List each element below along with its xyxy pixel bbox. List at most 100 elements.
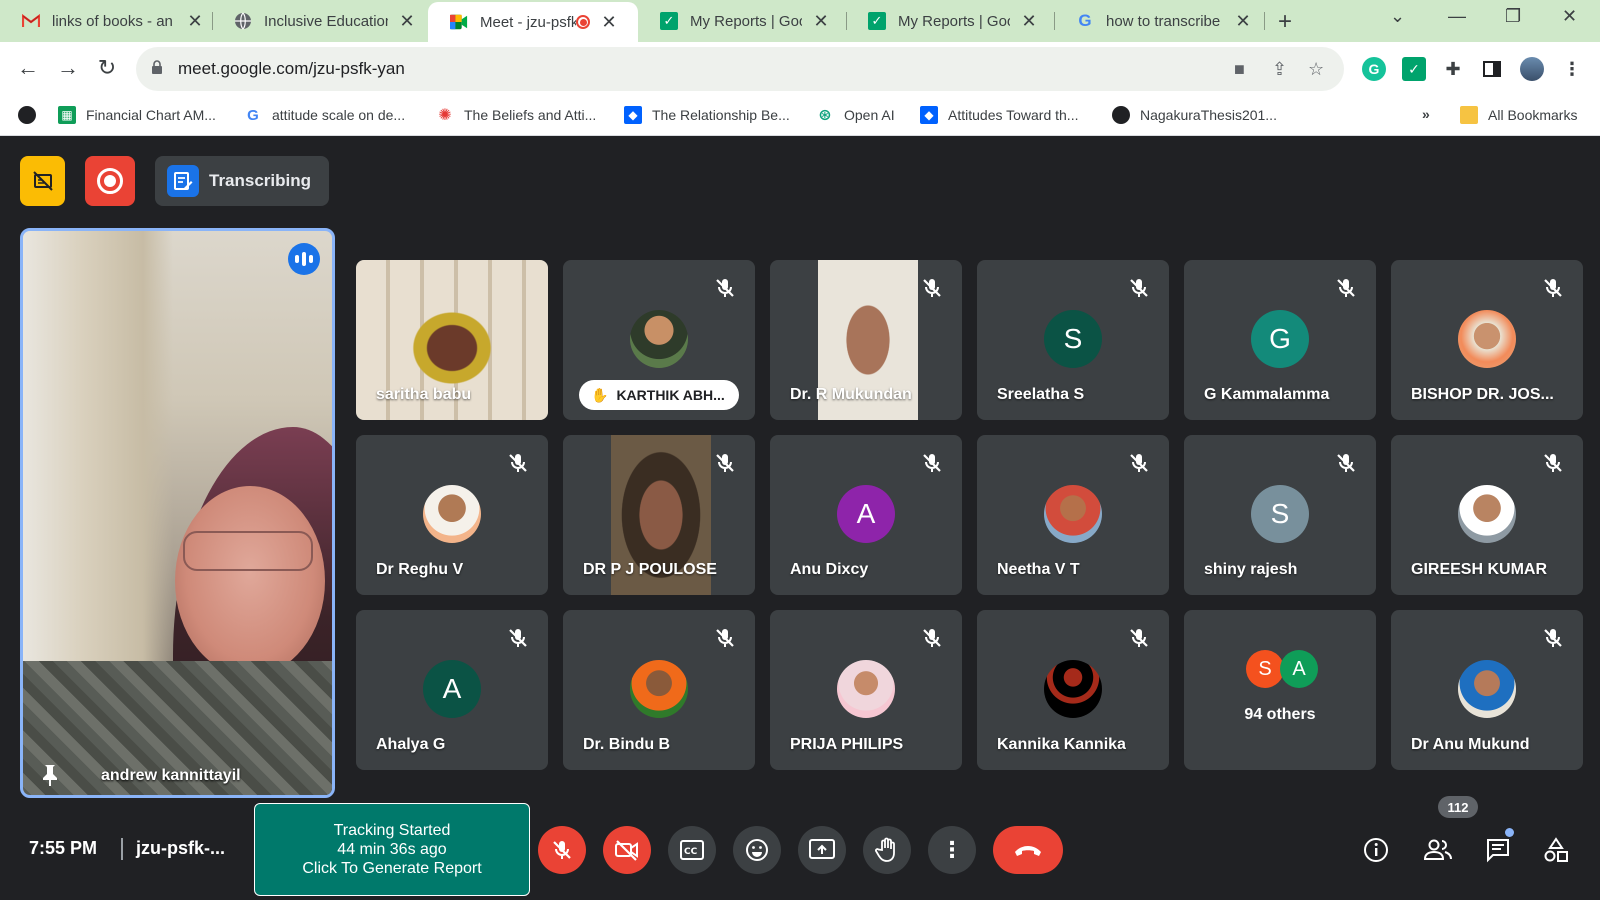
activities-button[interactable] (1540, 834, 1572, 866)
tab-search-icon[interactable]: ⌄ (1390, 6, 1405, 27)
participant-tile[interactable]: DR P J POULOSE (563, 435, 755, 595)
bookmark-item[interactable]: ◆ The Relationship Be... (624, 106, 790, 124)
check-icon[interactable]: ✓ (1402, 57, 1426, 81)
raise-hand-button[interactable] (863, 826, 911, 874)
bookmark-item[interactable]: ⊛ Open AI (816, 106, 894, 124)
close-icon[interactable]: ✕ (812, 11, 830, 32)
forward-button[interactable]: → (54, 55, 82, 81)
mic-off-icon (1334, 276, 1358, 300)
menu-icon[interactable]: ⋮ (1560, 57, 1584, 81)
pin-icon[interactable] (39, 763, 61, 787)
close-icon[interactable]: ✕ (186, 11, 204, 32)
participant-tile[interactable]: BISHOP DR. JOS... (1391, 260, 1583, 420)
active-speaker-tile[interactable]: andrew kannittayil (20, 228, 335, 798)
people-button[interactable] (1422, 834, 1454, 866)
tab-how-to-transcribe[interactable]: G how to transcribe t ✕ (1054, 0, 1262, 42)
participant-tile[interactable]: A Anu Dixcy (770, 435, 962, 595)
back-button[interactable]: ← (14, 55, 42, 81)
emoji-button[interactable] (733, 826, 781, 874)
camera-icon[interactable]: ■ (1234, 59, 1245, 80)
sidepanel-icon[interactable] (1480, 57, 1504, 81)
transcript-icon (167, 165, 199, 197)
participant-tile[interactable]: Dr Anu Mukund (1391, 610, 1583, 770)
bookmark-item[interactable]: ✺ The Beliefs and Atti... (436, 106, 596, 124)
reload-button[interactable]: ↻ (93, 55, 121, 81)
tracker-button[interactable]: Tracking Started 44 min 36s ago Click To… (254, 803, 530, 896)
camera-off-icon (615, 840, 638, 861)
tracker-line-1: Tracking Started (333, 822, 451, 839)
camera-off-button[interactable] (603, 826, 651, 874)
participant-tile[interactable]: Dr. R Mukundan (770, 260, 962, 420)
recording-icon[interactable] (85, 156, 135, 206)
bookmark-item[interactable]: G attitude scale on de... (244, 106, 405, 124)
participant-tile[interactable]: PRIJA PHILIPS (770, 610, 962, 770)
star-icon[interactable]: ☆ (1308, 59, 1324, 80)
tab-my-reports-2[interactable]: ✓ My Reports | Goog ✕ (846, 0, 1048, 42)
minimize-button[interactable]: — (1448, 6, 1466, 27)
captions-button[interactable]: CC (668, 826, 716, 874)
address-bar[interactable]: meet.google.com/jzu-psfk-yan ■ ⇪ ☆ (136, 47, 1344, 91)
participant-tile[interactable]: Neetha V T (977, 435, 1169, 595)
participant-tile[interactable]: Kannika Kannika (977, 610, 1169, 770)
more-options-button[interactable]: ⋮ (928, 826, 976, 874)
participant-tile[interactable]: saritha babu (356, 260, 548, 420)
globe-icon (1112, 106, 1130, 124)
lock-icon (152, 60, 162, 74)
participant-tile[interactable]: ✋ KARTHIK ABH... (563, 260, 755, 420)
participant-tile[interactable]: GIREESH KUMAR (1391, 435, 1583, 595)
bookmark-globe[interactable] (18, 106, 46, 124)
close-icon[interactable]: ✕ (1020, 11, 1038, 32)
participant-name: DR P J POULOSE (583, 561, 717, 578)
new-tab-button[interactable]: + (1278, 8, 1292, 36)
participant-tile[interactable]: Sshiny rajesh (1184, 435, 1376, 595)
raised-hand-pill: ✋ KARTHIK ABH... (579, 380, 739, 410)
bookmark-item[interactable]: ◆ Attitudes Toward th... (920, 106, 1078, 124)
all-bookmarks-label: All Bookmarks (1488, 107, 1578, 123)
emoji-icon (746, 839, 768, 861)
participant-tile[interactable]: A Ahalya G (356, 610, 548, 770)
close-icon[interactable]: ✕ (600, 12, 618, 33)
bookmark-item[interactable]: NagakuraThesis201... (1112, 106, 1277, 124)
all-bookmarks-button[interactable]: All Bookmarks (1460, 106, 1577, 124)
participant-tile[interactable]: S Sreelatha S (977, 260, 1169, 420)
close-icon[interactable]: ✕ (1234, 11, 1252, 32)
speaker-name: andrew kannittayil (101, 767, 241, 784)
info-icon (1364, 838, 1388, 862)
bookmark-item[interactable]: ▦ Financial Chart AM... (58, 106, 216, 124)
avatar (1044, 660, 1102, 718)
tab-gmail[interactable]: links of books - an ✕ (0, 0, 214, 42)
close-window-button[interactable]: ✕ (1562, 6, 1577, 27)
restore-button[interactable]: ❐ (1505, 6, 1521, 27)
mic-off-icon (1334, 451, 1358, 475)
globe-icon (18, 106, 36, 124)
tab-my-reports-1[interactable]: ✓ My Reports | Goog ✕ (638, 0, 840, 42)
chat-button[interactable] (1482, 834, 1514, 866)
transcribing-badge[interactable]: Transcribing (155, 156, 329, 206)
avatar: S (1251, 485, 1309, 543)
participant-tile[interactable]: Dr. Bindu B (563, 610, 755, 770)
close-icon[interactable]: ✕ (398, 11, 416, 32)
folder-icon (1460, 106, 1478, 124)
tab-meet[interactable]: Meet - jzu-psfk ✕ (428, 2, 638, 42)
leave-call-button[interactable] (993, 826, 1063, 874)
participant-tile[interactable]: G G Kammalamma (1184, 260, 1376, 420)
participant-tile[interactable]: Dr Reghu V (356, 435, 548, 595)
bookmarks-overflow-button[interactable]: » (1422, 106, 1430, 122)
participant-name: KARTHIK ABH... (616, 387, 725, 403)
extensions-icon[interactable]: ✚ (1441, 57, 1465, 81)
caption-off-icon[interactable] (20, 156, 65, 206)
openai-icon: ⊛ (818, 107, 832, 124)
grammarly-icon[interactable]: G (1362, 57, 1386, 81)
avatar[interactable] (1520, 57, 1544, 81)
clock: 7:55 PM (29, 838, 98, 858)
tab-inclusive-education[interactable]: Inclusive Education ✕ (212, 0, 426, 42)
meeting-code[interactable]: jzu-psfk-... (136, 838, 225, 859)
globe-icon (234, 12, 252, 30)
mic-off-button[interactable] (538, 826, 586, 874)
share-icon[interactable]: ⇪ (1272, 59, 1287, 80)
avatar (1458, 660, 1516, 718)
participant-tile[interactable]: S A 94 others (1184, 610, 1376, 770)
meeting-info-button[interactable] (1360, 834, 1392, 866)
present-button[interactable] (798, 826, 846, 874)
mic-off-icon (920, 276, 944, 300)
